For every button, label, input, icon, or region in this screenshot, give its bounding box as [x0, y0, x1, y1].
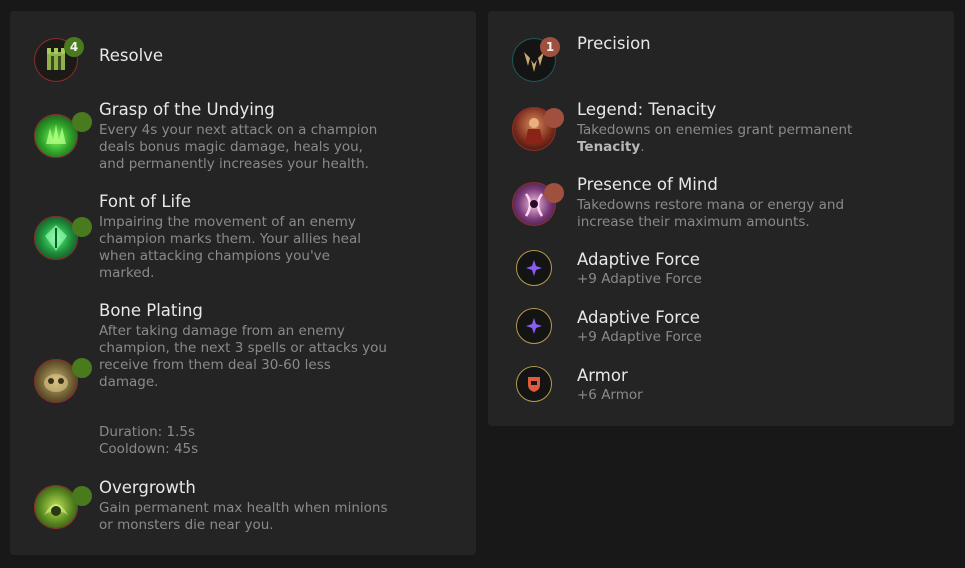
shard-value: +9 Adaptive Force — [577, 329, 702, 345]
desc-text: . — [640, 139, 645, 155]
selected-dot — [544, 108, 564, 128]
shard-name: Armor — [577, 366, 628, 385]
adaptive-force-icon[interactable] — [516, 250, 552, 286]
secondary-rune-panel: 1 Precision Legend: Tenacity Takedowns o… — [488, 11, 954, 426]
bone-plating-icon[interactable] — [34, 358, 92, 403]
rune-description: Every 4s your next attack on a champion … — [99, 122, 378, 172]
rune-duration: Duration: 1.5s — [99, 424, 195, 440]
armor-icon[interactable] — [516, 366, 552, 402]
desc-keyword: Tenacity — [577, 139, 641, 155]
selected-dot — [72, 217, 92, 237]
tree-name: Precision — [577, 34, 651, 53]
rune-description: After taking damage from an enemy champi… — [99, 323, 387, 390]
presence-of-mind-icon[interactable] — [512, 182, 564, 226]
rune-description: Takedowns on enemies grant permanent Ten… — [577, 122, 867, 156]
legend-tenacity-icon[interactable] — [512, 107, 564, 151]
shard-name: Adaptive Force — [577, 250, 700, 269]
shard-value: +6 Armor — [577, 387, 643, 403]
shard-name: Adaptive Force — [577, 308, 700, 327]
rune-count-badge: 1 — [540, 37, 560, 57]
selected-dot — [72, 112, 92, 132]
rune-count-badge: 4 — [64, 37, 84, 57]
precision-tree-icon: 1 — [512, 37, 560, 82]
rune-cooldown: Cooldown: 45s — [99, 441, 199, 457]
rune-name: Presence of Mind — [577, 175, 718, 194]
shard-value: +9 Adaptive Force — [577, 271, 702, 287]
rune-description: Impairing the movement of an enemy champ… — [99, 214, 361, 281]
rune-description: Takedowns restore mana or energy and inc… — [577, 197, 845, 230]
rune-name: Overgrowth — [99, 478, 196, 497]
resolve-tree-icon: 4 — [34, 37, 84, 82]
desc-text: Takedowns on enemies grant permanent — [577, 122, 853, 138]
selected-dot — [72, 358, 92, 378]
overgrowth-icon[interactable] — [34, 485, 92, 529]
adaptive-force-icon[interactable] — [516, 308, 552, 344]
rune-description: Gain permanent max health when minions o… — [99, 500, 388, 533]
font-of-life-icon[interactable] — [34, 216, 92, 260]
selected-dot — [72, 486, 92, 506]
rune-name: Legend: Tenacity — [577, 100, 717, 119]
tree-name: Resolve — [99, 46, 164, 65]
primary-rune-panel: 4 Resolve Grasp of the Undying Every 4s … — [10, 11, 476, 555]
rune-name: Bone Plating — [99, 301, 203, 320]
rune-name: Font of Life — [99, 192, 192, 211]
selected-dot — [544, 183, 564, 203]
rune-name: Grasp of the Undying — [99, 100, 275, 119]
grasp-of-the-undying-icon[interactable] — [34, 112, 92, 158]
